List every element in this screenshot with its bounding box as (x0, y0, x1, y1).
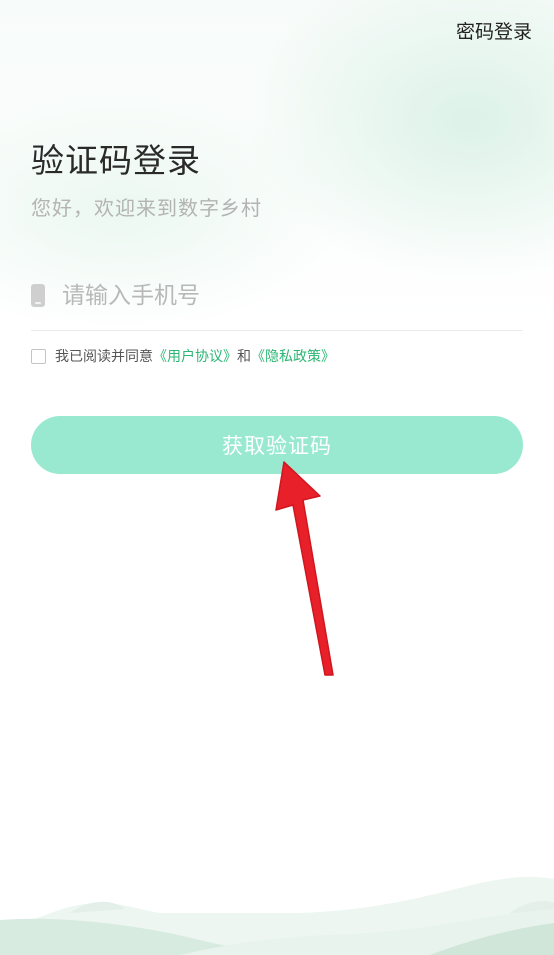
password-login-link[interactable]: 密码登录 (456, 17, 532, 44)
agreement-conjunction: 和 (237, 349, 251, 365)
user-agreement-link[interactable]: 《用户协议》 (153, 346, 237, 366)
get-code-button[interactable]: 获取验证码 (31, 416, 523, 474)
phone-input[interactable] (62, 278, 502, 314)
phone-icon (31, 284, 45, 307)
welcome-subtitle: 您好，欢迎来到数字乡村 (31, 196, 262, 220)
bottom-landscape-decoration (0, 876, 554, 955)
privacy-policy-link[interactable]: 《隐私政策》 (251, 346, 335, 366)
page-title: 验证码登录 (31, 141, 201, 180)
agreement-prefix: 我已阅读并同意 (55, 349, 153, 365)
agreement-row: 我已阅读并同意 《用户协议》 和 《隐私政策》 (31, 346, 335, 366)
agreement-checkbox[interactable] (31, 348, 46, 364)
phone-field-row (31, 270, 523, 331)
